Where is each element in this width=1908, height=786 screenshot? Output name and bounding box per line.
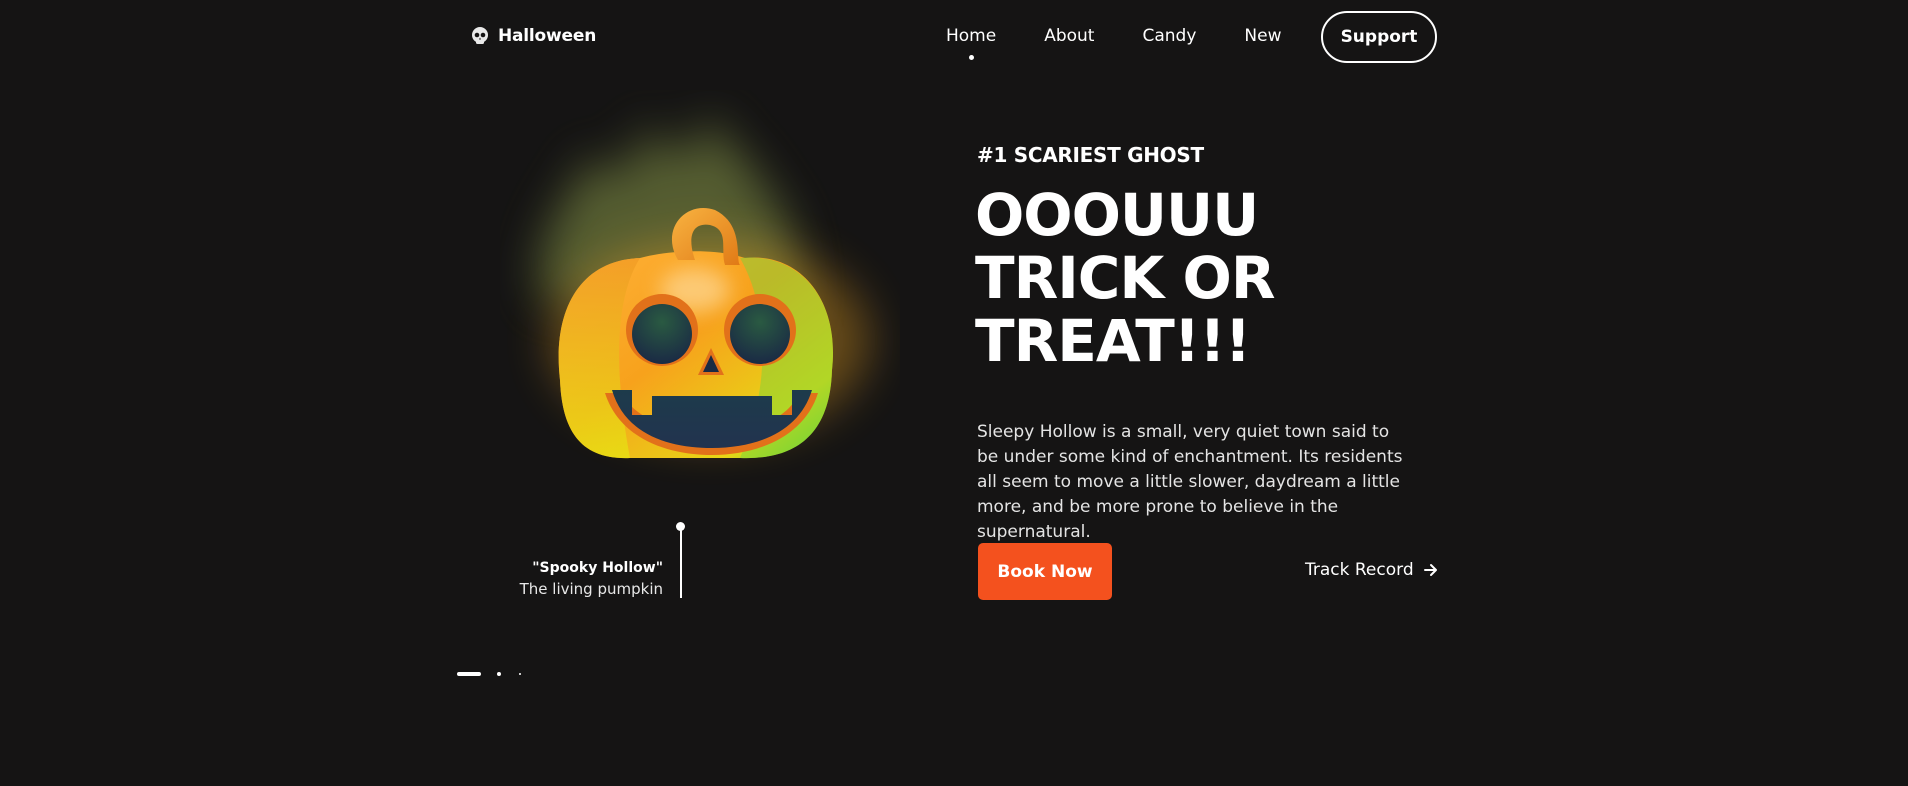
- track-record-label: Track Record: [1305, 560, 1414, 580]
- track-record-link[interactable]: Track Record: [1305, 560, 1438, 580]
- slide-indicator-2[interactable]: [497, 672, 501, 676]
- hero-description: Sleepy Hollow is a small, very quiet tow…: [977, 422, 1403, 542]
- brand-logo[interactable]: Halloween: [470, 26, 596, 46]
- headline-line-2: TRICK OR: [975, 244, 1275, 312]
- book-now-button[interactable]: Book Now: [978, 543, 1112, 600]
- headline-line-1: OOOUUU: [975, 181, 1259, 249]
- brand-name: Halloween: [498, 26, 597, 46]
- figure-caption: "Spooky Hollow" The living pumpkin: [520, 558, 663, 600]
- arrow-right-icon: [1423, 564, 1437, 576]
- skull-icon: [472, 27, 488, 44]
- caption-subtitle: The living pumpkin: [519, 580, 663, 598]
- slide-indicator-3[interactable]: [519, 673, 521, 675]
- nav-home[interactable]: Home: [946, 26, 997, 60]
- nav-home-label: Home: [946, 26, 997, 46]
- nav-candy[interactable]: Candy: [1142, 26, 1196, 46]
- hero-eyebrow: #1 SCARIEST GHOST: [977, 143, 1204, 167]
- support-button[interactable]: Support: [1321, 11, 1437, 63]
- slider-indicators: [457, 672, 521, 676]
- nav-about-label: About: [1044, 26, 1095, 46]
- nav-new-label: New: [1244, 26, 1282, 46]
- main-nav: Home About Candy New: [946, 26, 1329, 60]
- nav-candy-label: Candy: [1142, 26, 1197, 46]
- nav-new[interactable]: New: [1244, 26, 1281, 46]
- annotation-line: [680, 528, 682, 598]
- nav-about[interactable]: About: [1044, 26, 1094, 46]
- active-indicator: [969, 55, 975, 60]
- hero-headline: OOOUUU TRICK OR TREAT!!!: [975, 181, 1275, 375]
- pumpkin-illustration: [538, 110, 870, 459]
- headline-line-3: TREAT!!!: [975, 307, 1251, 375]
- slide-indicator-1[interactable]: [457, 672, 481, 676]
- caption-title: "Spooky Hollow": [532, 560, 663, 576]
